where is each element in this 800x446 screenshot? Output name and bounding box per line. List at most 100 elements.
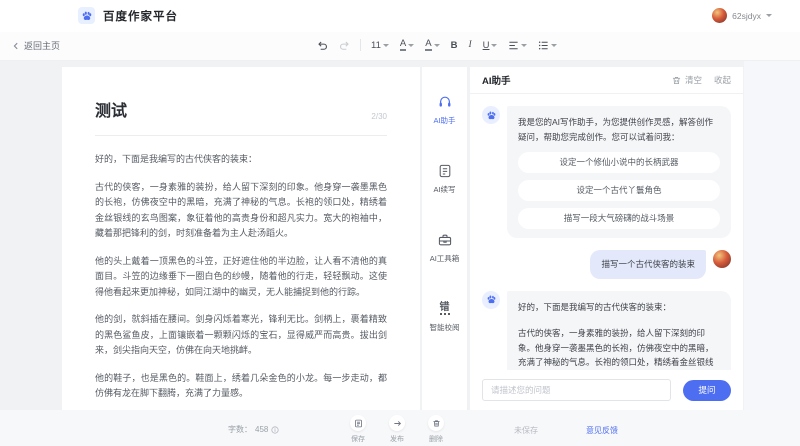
clear-chat-button[interactable]: 清空 xyxy=(671,74,702,86)
underline-dropdown[interactable]: U xyxy=(482,38,499,53)
back-to-home-link[interactable]: 返回主页 xyxy=(12,39,60,52)
rail-item-ai-toolbox[interactable]: AI工具箱 xyxy=(430,231,460,264)
chevron-down-icon xyxy=(383,44,389,47)
editor-toolbar-row: 返回主页 11 A A B I U xyxy=(0,32,800,61)
chevron-down-icon xyxy=(766,14,772,17)
user-menu[interactable]: 62sjdyx xyxy=(712,8,772,23)
ai-tool-rail: AI助手 AI续写 AI工具箱 错 智能校阅 xyxy=(422,67,468,410)
list-dropdown[interactable] xyxy=(537,38,558,53)
brand: 百度作家平台 xyxy=(78,7,178,24)
user-bubble: 描写一个古代侠客的装束 xyxy=(590,250,706,279)
chevron-down-icon xyxy=(521,44,527,47)
assistant-header: AI助手 清空 收起 xyxy=(470,67,743,94)
user-avatar xyxy=(713,250,731,268)
user-message: 描写一个古代侠客的装束 xyxy=(482,250,731,279)
assistant-title: AI助手 xyxy=(482,73,511,87)
undo-icon xyxy=(317,40,328,51)
unsaved-status: 未保存 xyxy=(514,425,538,436)
word-count-label: 字数： xyxy=(228,424,252,435)
doc-paragraph[interactable]: 好的，下面是我编写的古代侠客的装束： xyxy=(95,152,387,168)
document-pen-icon xyxy=(436,162,453,179)
font-size-value: 11 xyxy=(371,40,381,51)
ai-message: 好的，下面是我编写的古代侠客的装束： 古代的侠客，一身素雅的装扮，给人留下深刻的… xyxy=(482,291,731,371)
baidu-paw-logo-icon xyxy=(78,7,95,24)
chevron-down-icon xyxy=(551,44,557,47)
font-color-letter: A xyxy=(400,39,406,51)
reply-bubble: 好的，下面是我编写的古代侠客的装束： 古代的侠客，一身素雅的装扮，给人留下深刻的… xyxy=(507,291,731,371)
doc-paragraph[interactable]: 古代的侠客，一身素雅的装扮，给人留下深刻的印象。他身穿一袭墨黑色的长袍，仿佛夜空… xyxy=(95,180,387,242)
font-color-dropdown[interactable]: A xyxy=(399,37,415,53)
publish-arrow-icon xyxy=(389,415,405,431)
font-size-dropdown[interactable]: 11 xyxy=(370,38,390,53)
question-input[interactable] xyxy=(482,379,671,401)
title-char-counter: 2/30 xyxy=(371,112,387,121)
italic-button[interactable]: I xyxy=(467,38,472,52)
redo-button[interactable] xyxy=(338,38,351,53)
suggestion-pill[interactable]: 描写一段大气磅礴的战斗场景 xyxy=(518,208,720,229)
footer-bar: 字数：458 保存 发布 删除 未保存 意见反馈 xyxy=(0,410,800,446)
redo-icon xyxy=(339,40,350,51)
title-divider xyxy=(95,135,387,136)
highlight-letter: A xyxy=(425,39,431,51)
chat-input-bar: 提问 xyxy=(470,370,743,410)
trash-icon xyxy=(671,75,682,86)
suggestion-pill[interactable]: 设定一个古代丫鬟角色 xyxy=(518,180,720,201)
clear-label: 清空 xyxy=(685,74,702,86)
document-body[interactable]: 好的，下面是我编写的古代侠客的装束： 古代的侠客，一身素雅的装扮，给人留下深刻的… xyxy=(95,152,387,410)
proofread-icon: 错 xyxy=(436,300,453,317)
reply-body: 古代的侠客，一身素雅的装扮，给人留下深刻的印象。他身穿一袭墨黑色的长袍，仿佛夜空… xyxy=(518,326,720,370)
publish-button[interactable]: 发布 xyxy=(389,415,405,444)
ai-assistant-panel: AI助手 清空 收起 我是您的AI写作助手，为您提供创作灵感，解答创作疑问，帮助… xyxy=(470,67,743,410)
user-name: 62sjdyx xyxy=(732,11,761,21)
collapse-panel-button[interactable]: 收起 xyxy=(714,74,731,86)
rail-item-smart-proofread[interactable]: 错 智能校阅 xyxy=(430,300,460,333)
user-avatar[interactable] xyxy=(712,8,727,23)
format-toolbar: 11 A A B I U xyxy=(316,37,558,53)
rail-item-ai-assistant[interactable]: AI助手 xyxy=(433,93,455,126)
ask-button[interactable]: 提问 xyxy=(683,380,731,401)
align-icon xyxy=(508,40,519,51)
doc-paragraph[interactable]: 他的鞋子，也是黑色的。鞋面上，绣着几朵金色的小龙。每一步走动，都仿佛有龙在脚下翻… xyxy=(95,371,387,402)
undo-button[interactable] xyxy=(316,38,329,53)
app-title: 百度作家平台 xyxy=(103,8,178,24)
main-area: 测试 2/30 好的，下面是我编写的古代侠客的装束： 古代的侠客，一身素雅的装扮… xyxy=(0,61,800,410)
chevron-down-icon xyxy=(491,44,497,47)
bold-button[interactable]: B xyxy=(450,38,459,53)
toolbox-icon xyxy=(436,231,453,248)
reply-intro: 好的，下面是我编写的古代侠客的装束： xyxy=(518,300,720,315)
underline-letter: U xyxy=(483,40,490,51)
rail-label: 智能校阅 xyxy=(430,322,460,333)
delete-button[interactable]: 删除 xyxy=(428,415,444,444)
chevron-left-icon xyxy=(12,42,20,50)
welcome-bubble: 我是您的AI写作助手，为您提供创作灵感，解答创作疑问，帮助您完成创作。您可以试着… xyxy=(507,106,731,238)
back-label: 返回主页 xyxy=(24,39,60,52)
save-label: 保存 xyxy=(351,434,365,444)
word-count-value: 458 xyxy=(255,425,268,434)
bot-avatar-icon xyxy=(482,291,500,309)
doc-paragraph[interactable]: 他的头上戴着一顶黑色的斗笠，正好遮住他的半边脸，让人看不清他的真面目。斗笠的边缘… xyxy=(95,254,387,301)
top-header: 百度作家平台 62sjdyx xyxy=(0,0,800,32)
highlight-color-dropdown[interactable]: A xyxy=(424,37,440,53)
feedback-link[interactable]: 意见反馈 xyxy=(586,425,618,436)
headset-icon xyxy=(436,93,453,110)
ai-message: 我是您的AI写作助手，为您提供创作灵感，解答创作疑问，帮助您完成创作。您可以试着… xyxy=(482,106,731,238)
word-count: 字数：458 xyxy=(228,424,279,435)
delete-label: 删除 xyxy=(429,434,443,444)
delete-trash-icon xyxy=(428,415,444,431)
collapse-label: 收起 xyxy=(714,74,731,86)
align-dropdown[interactable] xyxy=(507,38,528,53)
list-icon xyxy=(538,40,549,51)
document-title[interactable]: 测试 xyxy=(95,97,127,121)
rail-label: AI助手 xyxy=(433,115,455,126)
chevron-down-icon xyxy=(408,44,414,47)
rail-label: AI续写 xyxy=(433,184,455,195)
info-icon xyxy=(271,426,279,434)
rail-label: AI工具箱 xyxy=(430,253,460,264)
document-editor: 测试 2/30 好的，下面是我编写的古代侠客的装束： 古代的侠客，一身素雅的装扮… xyxy=(62,67,420,410)
doc-paragraph[interactable]: 他的剑，就斜插在腰间。剑身闪烁着寒光，锋利无比。剑柄上，裹着精致的黑色鲨鱼皮，上… xyxy=(95,312,387,359)
save-button[interactable]: 保存 xyxy=(350,415,366,444)
rail-item-ai-continue[interactable]: AI续写 xyxy=(433,162,455,195)
suggestion-list: 设定一个修仙小说中的长柄武器 设定一个古代丫鬟角色 描写一段大气磅礴的战斗场景 xyxy=(518,152,720,229)
welcome-text: 我是您的AI写作助手，为您提供创作灵感，解答创作疑问，帮助您完成创作。您可以试着… xyxy=(518,115,720,144)
suggestion-pill[interactable]: 设定一个修仙小说中的长柄武器 xyxy=(518,152,720,173)
